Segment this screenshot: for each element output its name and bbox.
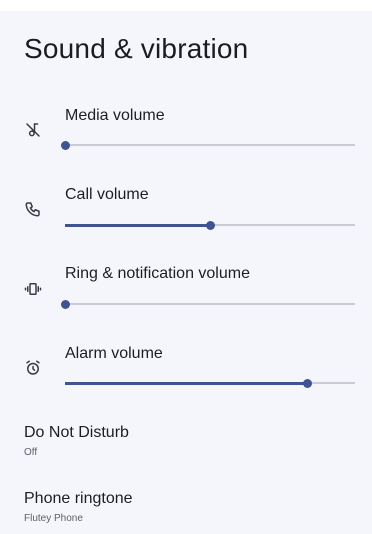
call-volume-label: Call volume [65, 186, 149, 203]
do-not-disturb-item[interactable]: Do Not Disturb Off [24, 424, 354, 458]
phone-ringtone-title: Phone ringtone [24, 490, 133, 507]
media-volume-slider[interactable] [60, 138, 355, 152]
phone-ringtone-value: Flutey Phone [24, 513, 83, 524]
alarm-volume-slider[interactable] [65, 376, 355, 390]
ring-notification-volume-row: Ring & notification volume [0, 260, 372, 340]
media-volume-row: Media volume [0, 101, 372, 181]
vibrate-icon[interactable] [22, 278, 44, 300]
phone-ringtone-item[interactable]: Phone ringtone Flutey Phone [24, 490, 354, 524]
alarm-volume-label: Alarm volume [65, 345, 163, 362]
call-volume-row: Call volume [0, 181, 372, 261]
slider-fill [65, 223, 210, 227]
do-not-disturb-status: Off [24, 447, 38, 458]
slider-thumb[interactable] [302, 378, 312, 388]
slider-fill [65, 381, 308, 385]
ring-notification-volume-label: Ring & notification volume [65, 265, 250, 282]
slider-thumb[interactable] [60, 140, 70, 150]
do-not-disturb-title: Do Not Disturb [24, 424, 129, 441]
slider-thumb[interactable] [205, 220, 215, 230]
page-title: Sound & vibration [24, 33, 249, 64]
slider-track [65, 144, 355, 146]
phone-call-icon [22, 198, 44, 220]
sound-vibration-screen: Sound & vibration Media volume Call volu… [0, 11, 372, 534]
alarm-volume-row: Alarm volume [0, 340, 372, 420]
slider-thumb[interactable] [60, 299, 70, 309]
media-muted-icon[interactable] [22, 119, 44, 141]
slider-track [65, 303, 355, 305]
status-bar [0, 0, 372, 11]
alarm-clock-icon [22, 357, 44, 379]
call-volume-slider[interactable] [65, 218, 355, 232]
media-volume-label: Media volume [65, 107, 165, 124]
ring-notification-volume-slider[interactable] [60, 297, 355, 311]
